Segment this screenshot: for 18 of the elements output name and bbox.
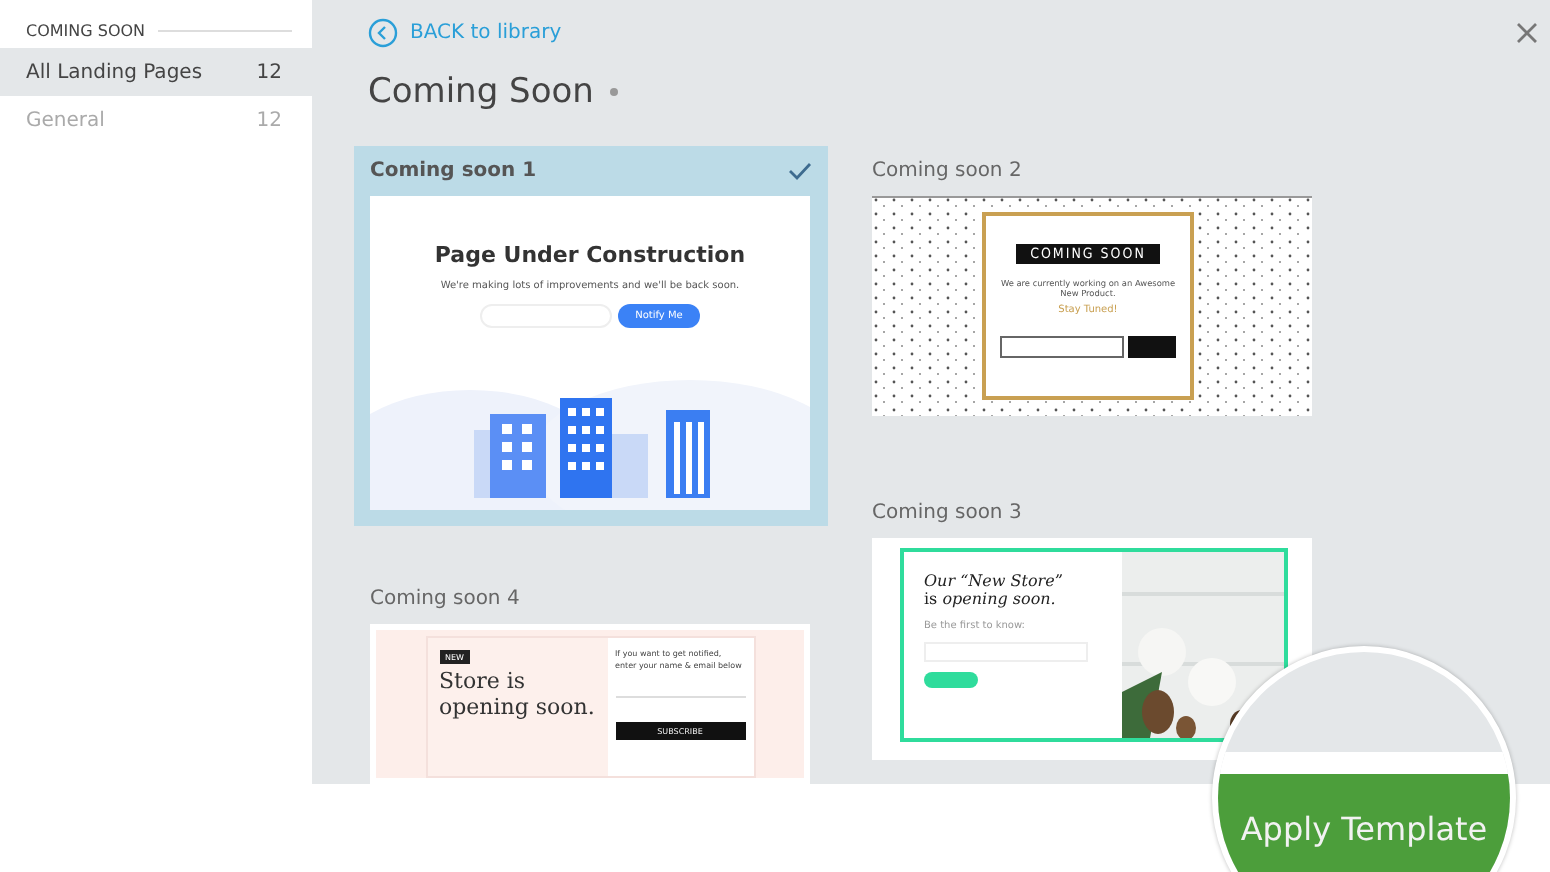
notify-button [924, 672, 978, 688]
template-name: Coming soon 2 [872, 159, 1022, 181]
preview-headline: Store is opening soon. [439, 668, 595, 720]
preview-subhead: is opening soon. [924, 590, 1058, 608]
template-name: Coming soon 4 [370, 587, 520, 609]
check-icon [788, 161, 812, 179]
status-dot [609, 88, 618, 96]
sidebar-item[interactable]: All Landing Pages 12 [0, 48, 312, 96]
email-field [1000, 336, 1124, 358]
preview-headline: Our “New Store” [924, 572, 1065, 590]
close-icon[interactable] [1516, 22, 1538, 44]
template-name: Coming soon 3 [872, 501, 1022, 523]
sidebar-heading: COMING SOON [26, 21, 146, 39]
signup-button [1128, 336, 1176, 358]
template-name: Coming soon 1 [370, 159, 537, 181]
back-icon [368, 18, 398, 48]
page-title: Coming Soon [368, 72, 594, 112]
preview-headline: Page Under Construction [434, 242, 746, 268]
